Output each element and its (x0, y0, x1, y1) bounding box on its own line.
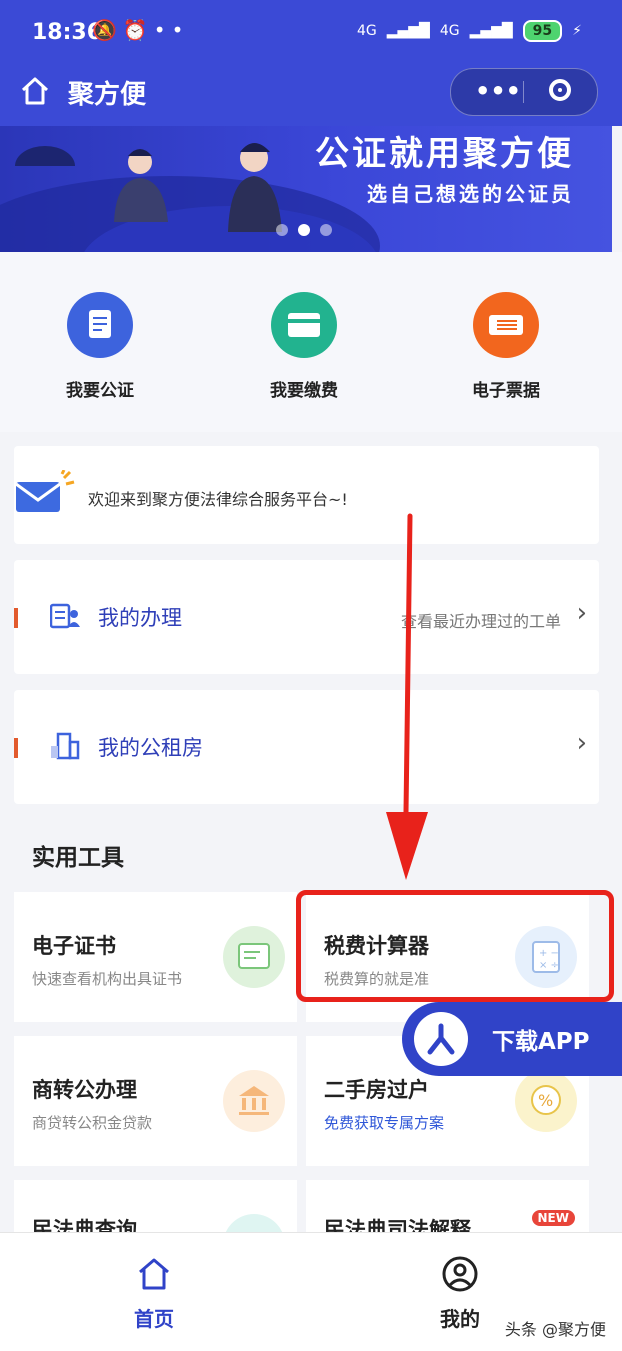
row-label: 我的办理 (98, 606, 182, 630)
chevron-right-icon: › (576, 728, 587, 758)
tool-title: 电子证书 (32, 934, 116, 958)
new-badge: NEW (531, 1210, 575, 1226)
tab-home[interactable]: 首页 (114, 1255, 194, 1332)
quick-action-receipt[interactable]: 电子票据 (446, 292, 566, 401)
notice-card[interactable]: 欢迎来到聚方便法律综合服务平台~! (14, 446, 599, 544)
carousel-dot (276, 224, 288, 236)
notification-icons: 🔕⏰•• (92, 18, 190, 42)
quick-actions: 我要公证 我要缴费 电子票据 (0, 252, 622, 432)
tool-title: 二手房过户 (324, 1078, 429, 1102)
home-icon[interactable] (20, 76, 50, 106)
building-icon (51, 732, 80, 760)
person-illustration (114, 149, 168, 222)
certificate-icon (223, 926, 285, 988)
tool-subtitle: 免费获取专属方案 (324, 1114, 445, 1132)
tool-title: 民法典司法解释 (324, 1218, 471, 1232)
highlight-box (296, 890, 614, 1002)
row-accent (14, 608, 18, 628)
banner[interactable]: 公证就用聚方便 选自己想选的公证员 (0, 126, 612, 252)
notice-text: 欢迎来到聚方便法律综合服务平台~! (88, 490, 348, 509)
my-processing-row[interactable]: 我的办理 查看最近办理过的工单 › (14, 560, 599, 674)
signal-icon: ▂▄▆█ (386, 23, 430, 39)
quick-action-notarize[interactable]: 我要公证 (40, 292, 160, 401)
signal-icon-2: ▂▄▆█ (469, 23, 513, 39)
mail-icon (15, 470, 75, 512)
banner-title: 公证就用聚方便 (315, 134, 574, 174)
tool-loan-transfer[interactable]: 商转公办理 商贷转公积金贷款 (14, 1036, 297, 1166)
card-icon (271, 292, 337, 358)
id-card-icon (50, 603, 80, 629)
network-label-2: 4G (439, 23, 460, 39)
download-label: 下载APP (492, 1029, 590, 1055)
quick-action-label: 我要公证 (66, 381, 134, 401)
carousel-dot-active (298, 224, 310, 236)
my-public-rental-row[interactable]: 我的公租房 › (14, 690, 599, 804)
person-illustration (228, 143, 282, 232)
more-icon[interactable]: ••• (475, 77, 521, 105)
capsule-divider (523, 81, 524, 103)
quick-action-payment[interactable]: 我要缴费 (244, 292, 364, 401)
red-arrow-annotation (386, 513, 428, 880)
percent-icon: % (515, 1070, 577, 1132)
status-bar: 18:36 🔕⏰•• 4G ▂▄▆█ 4G ▂▄▆█ 95 ⚡ (0, 0, 622, 64)
banner-subtitle: 选自己想选的公证员 (367, 182, 574, 206)
carousel-dot (320, 224, 332, 236)
close-target-icon[interactable] (549, 79, 571, 101)
mini-program-capsule: ••• (450, 68, 598, 116)
charging-icon: ⚡ (572, 23, 582, 39)
tab-label: 首页 (134, 1307, 174, 1331)
book-icon (223, 1214, 285, 1232)
app-logo-icon (414, 1012, 468, 1066)
quick-action-label: 我要缴费 (270, 381, 338, 401)
row-accent (14, 738, 18, 758)
network-label: 4G (356, 23, 377, 39)
status-right: 4G ▂▄▆█ 4G ▂▄▆█ 95 ⚡ (357, 20, 582, 42)
svg-text:%: % (538, 1091, 553, 1110)
battery-icon: 95 (522, 20, 563, 42)
tab-profile[interactable]: 我的 (420, 1255, 500, 1332)
tool-title: 民法典查询 (32, 1218, 137, 1232)
carousel-indicator (276, 224, 332, 236)
tool-e-certificate[interactable]: 电子证书 快速查看机构出具证书 (14, 892, 297, 1022)
bank-icon (223, 1070, 285, 1132)
user-icon (442, 1256, 478, 1292)
tool-subtitle: 商贷转公积金贷款 (32, 1114, 153, 1132)
tool-civil-code-query[interactable]: 民法典查询 (14, 1180, 297, 1232)
document-icon (67, 292, 133, 358)
tool-civil-code-interpretation[interactable]: 民法典司法解释 NEW (306, 1180, 589, 1232)
tool-subtitle: 快速查看机构出具证书 (32, 970, 183, 988)
download-app-button[interactable]: 下载APP (402, 1002, 622, 1076)
tool-title: 商转公办理 (32, 1078, 137, 1102)
home-tab-icon (139, 1258, 169, 1290)
person-illustration (15, 146, 75, 166)
watermark: 头条 @聚方便 (504, 1320, 606, 1339)
tab-label: 我的 (440, 1307, 480, 1331)
app-title: 聚方便 (68, 80, 147, 110)
row-label: 我的公租房 (98, 736, 203, 760)
quick-action-label: 电子票据 (472, 381, 540, 401)
section-title: 实用工具 (32, 845, 124, 871)
chevron-right-icon: › (576, 598, 587, 628)
app-header: 聚方便 ••• (0, 64, 622, 126)
ticket-icon (473, 292, 539, 358)
